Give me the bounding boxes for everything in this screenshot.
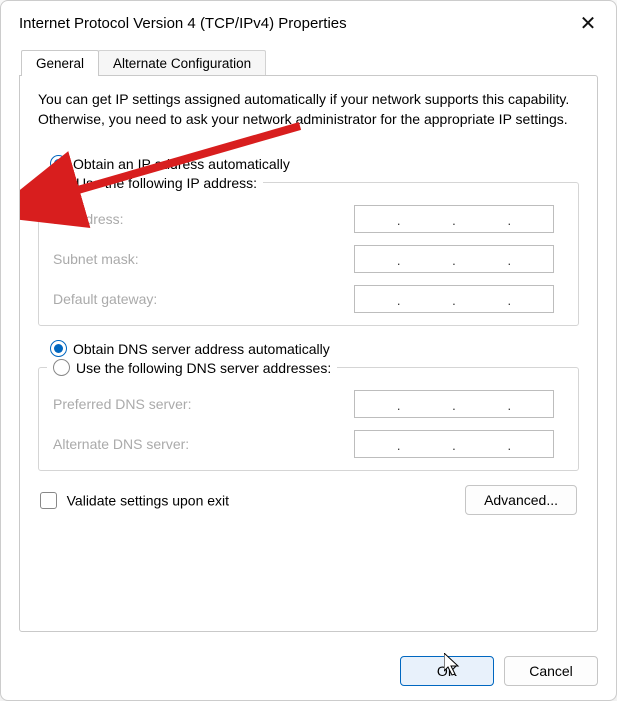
subnet-mask-label: Subnet mask: bbox=[53, 251, 354, 267]
ip-address-input[interactable]: ... bbox=[354, 205, 554, 233]
alternate-dns-label: Alternate DNS server: bbox=[53, 436, 354, 452]
ip-address-label: IP address: bbox=[53, 211, 354, 227]
cancel-button-label: Cancel bbox=[529, 663, 573, 679]
window-title: Internet Protocol Version 4 (TCP/IPv4) P… bbox=[19, 15, 347, 32]
ip-fieldset: Use the following IP address: IP address… bbox=[38, 182, 579, 326]
intro-text: You can get IP settings assigned automat… bbox=[38, 90, 579, 129]
radio-dns-manual[interactable] bbox=[53, 359, 70, 376]
validate-checkbox[interactable] bbox=[40, 492, 57, 509]
titlebar: Internet Protocol Version 4 (TCP/IPv4) P… bbox=[1, 1, 616, 45]
default-gateway-input[interactable]: ... bbox=[354, 285, 554, 313]
preferred-dns-input[interactable]: ... bbox=[354, 390, 554, 418]
radio-ip-auto[interactable] bbox=[50, 155, 67, 172]
dialog-window: Internet Protocol Version 4 (TCP/IPv4) P… bbox=[0, 0, 617, 701]
tab-alternate-label: Alternate Configuration bbox=[113, 56, 251, 71]
tabstrip: General Alternate Configuration bbox=[21, 49, 598, 75]
radio-dns-auto-label: Obtain DNS server address automatically bbox=[73, 341, 330, 357]
radio-dns-auto[interactable] bbox=[50, 340, 67, 357]
close-icon[interactable]: ✕ bbox=[574, 9, 602, 37]
advanced-button-label: Advanced... bbox=[484, 492, 558, 508]
dns-fieldset: Use the following DNS server addresses: … bbox=[38, 367, 579, 471]
ok-button[interactable]: OK bbox=[400, 656, 494, 686]
tab-alternate[interactable]: Alternate Configuration bbox=[98, 50, 266, 76]
tab-general[interactable]: General bbox=[21, 50, 99, 76]
tab-general-label: General bbox=[36, 56, 84, 71]
ok-button-label: OK bbox=[437, 663, 457, 679]
radio-dns-manual-label: Use the following DNS server addresses: bbox=[76, 360, 331, 376]
cancel-button[interactable]: Cancel bbox=[504, 656, 598, 686]
tabpanel-general: You can get IP settings assigned automat… bbox=[19, 75, 598, 632]
footer: OK Cancel bbox=[1, 644, 616, 700]
alternate-dns-input[interactable]: ... bbox=[354, 430, 554, 458]
default-gateway-label: Default gateway: bbox=[53, 291, 354, 307]
preferred-dns-label: Preferred DNS server: bbox=[53, 396, 354, 412]
radio-ip-manual[interactable] bbox=[53, 174, 70, 191]
advanced-button[interactable]: Advanced... bbox=[465, 485, 577, 515]
subnet-mask-input[interactable]: ... bbox=[354, 245, 554, 273]
bottom-row: Validate settings upon exit Advanced... bbox=[38, 485, 579, 515]
content-area: General Alternate Configuration You can … bbox=[1, 45, 616, 644]
validate-label: Validate settings upon exit bbox=[67, 492, 229, 508]
radio-ip-auto-label: Obtain an IP address automatically bbox=[73, 156, 290, 172]
radio-ip-manual-label: Use the following IP address: bbox=[76, 175, 257, 191]
